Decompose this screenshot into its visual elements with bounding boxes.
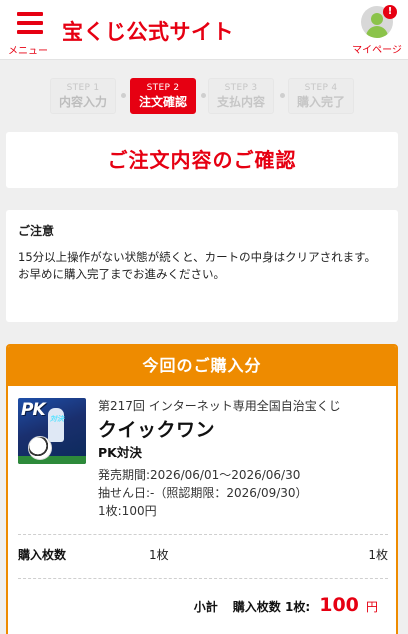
step-separator-dot bbox=[280, 93, 285, 98]
menu-label: メニュー bbox=[8, 46, 48, 57]
soccer-ball-icon bbox=[28, 436, 52, 460]
purchase-section: 今回のご購入分 PK 対決 第217回 インターネット専用全国自治宝くじ クイッ… bbox=[6, 344, 398, 634]
site-logo[interactable]: 宝くじ公式サイト bbox=[62, 16, 234, 46]
hamburger-icon bbox=[17, 12, 43, 34]
quantity-total: 1枚 bbox=[368, 548, 388, 562]
notice-text: お早めに購入完了までお進みください。 bbox=[18, 267, 225, 281]
purchase-section-title: 今回のご購入分 bbox=[8, 346, 396, 386]
step-label: 支払内容 bbox=[216, 95, 265, 109]
step-number: STEP 4 bbox=[304, 83, 338, 93]
subtotal-row: 小計 購入枚数 1枚: 100 円 bbox=[18, 594, 388, 618]
product-item: PK 対決 第217回 インターネット専用全国自治宝くじ クイックワン PK対決… bbox=[18, 398, 388, 526]
quantity-row: 購入枚数 1枚 1枚 bbox=[18, 546, 388, 564]
subtotal-price: 100 bbox=[319, 594, 359, 616]
product-name: クイックワン bbox=[98, 419, 216, 441]
sale-period: 発売期間:2026/06/01～2026/06/30 bbox=[98, 468, 301, 482]
step-separator-dot bbox=[201, 93, 206, 98]
subtotal-label: 小計 bbox=[193, 600, 218, 614]
quantity-label: 購入枚数 bbox=[18, 548, 67, 562]
thumbnail-tag: 対決 bbox=[50, 415, 64, 423]
menu-button[interactable]: メニュー bbox=[6, 10, 50, 57]
page-title-card: ご注文内容のご確認 bbox=[6, 132, 398, 188]
quantity-value: 1枚 bbox=[149, 548, 169, 562]
notice-title: ご注意 bbox=[18, 224, 55, 238]
step-2: STEP 2 注文確認 bbox=[130, 78, 196, 114]
product-info: 第217回 インターネット専用全国自治宝くじ クイックワン PK対決 発売期間:… bbox=[98, 398, 388, 520]
page-title: ご注文内容のご確認 bbox=[107, 148, 297, 172]
product-edition: 第217回 インターネット専用全国自治宝くじ bbox=[98, 399, 341, 413]
notice-text: 15分以上操作がない状態が続くと、カートの中身はクリアされます。 bbox=[18, 250, 377, 264]
draw-date: 抽せん日:-（照認期限：2026/09/30） bbox=[98, 486, 308, 500]
notification-badge: ! bbox=[383, 5, 397, 19]
step-4: STEP 4 購入完了 bbox=[288, 78, 354, 114]
step-separator-dot bbox=[121, 93, 126, 98]
product-subtitle: PK対決 bbox=[98, 445, 142, 460]
step-1: STEP 1 内容入力 bbox=[50, 78, 116, 114]
subtotal-unit: 円 bbox=[365, 600, 378, 614]
mypage-button[interactable]: ! マイページ bbox=[350, 5, 404, 56]
product-thumbnail: PK 対決 bbox=[18, 398, 86, 464]
unit-price: 1枚:100円 bbox=[98, 504, 157, 518]
step-label: 注文確認 bbox=[138, 95, 187, 109]
step-number: STEP 2 bbox=[146, 83, 180, 93]
divider bbox=[18, 578, 388, 579]
thumbnail-title: PK bbox=[21, 400, 46, 420]
step-label: 購入完了 bbox=[296, 95, 345, 109]
step-3: STEP 3 支払内容 bbox=[208, 78, 274, 114]
step-number: STEP 3 bbox=[224, 83, 258, 93]
site-header: メニュー 宝くじ公式サイト ! マイページ bbox=[0, 0, 408, 60]
notice-box: ご注意 15分以上操作がない状態が続くと、カートの中身はクリアされます。 お早め… bbox=[6, 210, 398, 322]
mypage-label: マイページ bbox=[352, 45, 402, 56]
divider bbox=[18, 534, 388, 535]
subtotal-count: 購入枚数 1枚: bbox=[232, 600, 311, 614]
step-number: STEP 1 bbox=[66, 83, 100, 93]
step-label: 内容入力 bbox=[58, 95, 107, 109]
